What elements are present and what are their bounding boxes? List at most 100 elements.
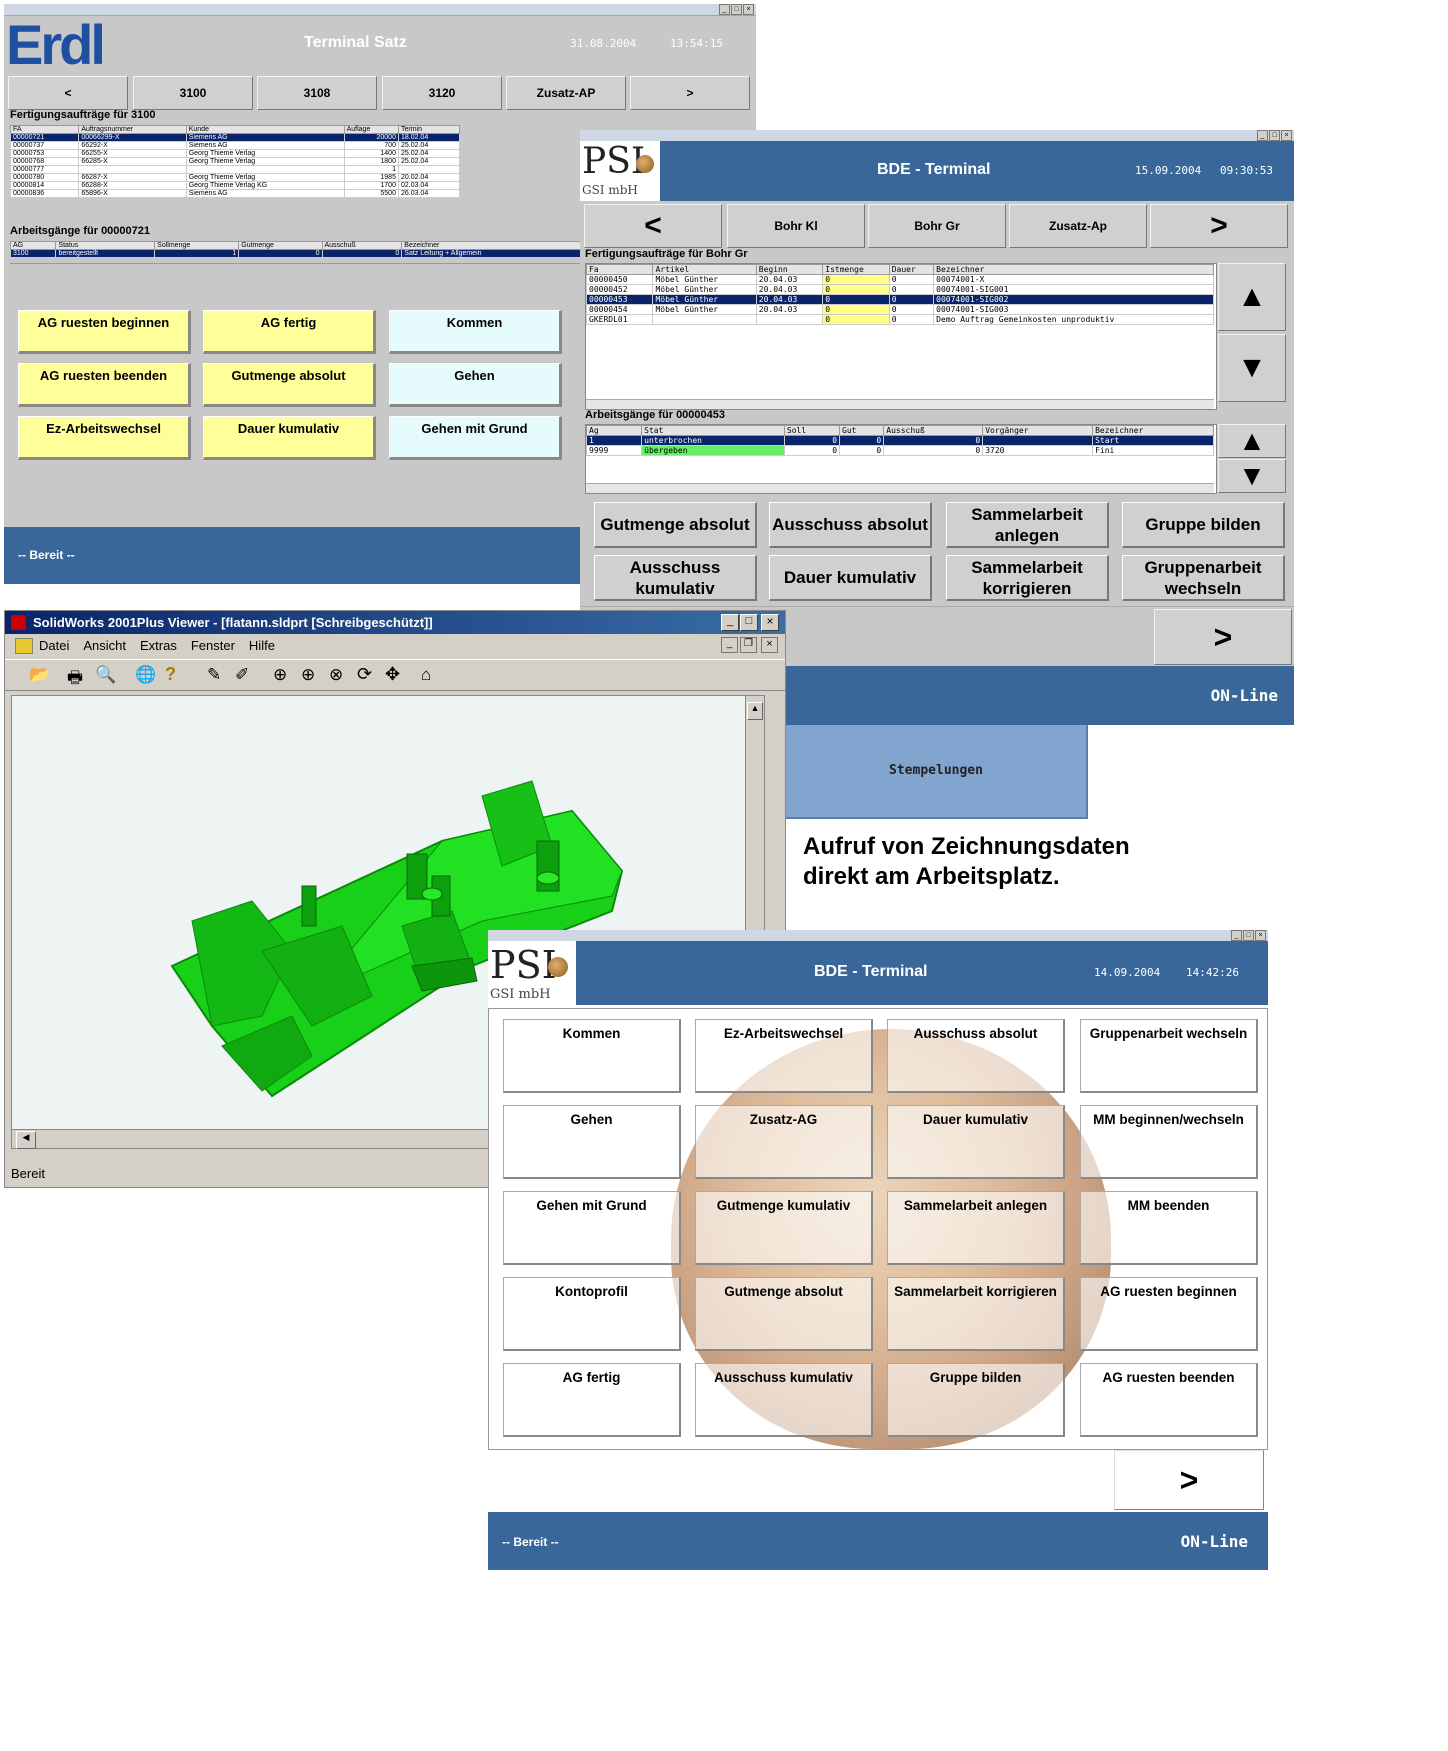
scroll-up-arrow-icon[interactable]: ▲	[747, 702, 763, 720]
measure-icon[interactable]: ✐	[235, 665, 249, 685]
menu-item[interactable]: Hilfe	[249, 638, 275, 653]
column-header[interactable]: Ausschuß	[321, 241, 403, 250]
psi-terminal-button[interactable]: Ausschuss kumulativ	[695, 1363, 873, 1437]
psi-action-button[interactable]: Ausschuss kumulativ	[594, 555, 757, 601]
column-header[interactable]: Stat	[641, 425, 785, 436]
view-icon[interactable]: ⌂	[421, 665, 431, 685]
menu-item[interactable]: Extras	[140, 638, 177, 653]
erdl-action-button[interactable]: Gutmenge absolut	[203, 363, 376, 407]
print-preview-icon[interactable]: 🔍	[95, 665, 116, 685]
next-button[interactable]: >	[1150, 204, 1288, 248]
column-header[interactable]: Kunde	[185, 125, 345, 134]
table-row[interactable]: 00000721 00066299-X Siemens AG 20000 18.02.0…	[9, 133, 461, 142]
maximize-icon[interactable]: □	[1269, 130, 1280, 141]
open-file-icon[interactable]: 📂	[29, 665, 50, 685]
maximize-icon[interactable]: □	[731, 4, 742, 15]
erdl-action-button[interactable]: Ez-Arbeitswechsel	[18, 416, 191, 460]
psi-action-button[interactable]: Dauer kumulativ	[769, 555, 932, 601]
psi-terminal-button[interactable]: Gutmenge kumulativ	[695, 1191, 873, 1265]
column-header[interactable]: Sollmenge	[154, 241, 240, 250]
ops-scroll-down-button[interactable]: ▼	[1218, 459, 1286, 493]
select-icon[interactable]: ✎	[207, 665, 221, 685]
scroll-left-arrow-icon[interactable]: ◀	[16, 1131, 36, 1149]
column-header[interactable]: Bezeichner	[933, 264, 1214, 275]
psi-terminal-button[interactable]: AG ruesten beginnen	[1080, 1277, 1258, 1351]
column-header[interactable]: Ausschuß	[883, 425, 984, 436]
psi-action-button[interactable]: Gutmenge absolut	[594, 502, 757, 548]
minimize-icon[interactable]: _	[721, 614, 739, 631]
table-row[interactable]: 00000737 66292-X Siemens AG 700 25.02.04	[9, 141, 461, 150]
erdl-action-button[interactable]: Gehen mit Grund	[389, 416, 562, 460]
rotate-icon[interactable]: ⟳	[357, 664, 372, 685]
psi-terminal-button[interactable]: Kommen	[503, 1019, 681, 1093]
psi-terminal-button[interactable]: Gruppenarbeit wechseln	[1080, 1019, 1258, 1093]
table-row[interactable]: 00000836 65896-X Siemens AG 5500 26.03.04	[9, 189, 461, 198]
column-header[interactable]: Vorgänger	[982, 425, 1094, 436]
zoom-area-icon[interactable]: ⊗	[329, 665, 343, 685]
next-page-button[interactable]: >	[1154, 609, 1292, 665]
column-header[interactable]: Beginn	[755, 264, 824, 275]
horizontal-scrollbar[interactable]	[586, 483, 1214, 493]
table-row[interactable]: 9999 übergeben 0 0 0 3720 Fini	[585, 445, 1214, 456]
psi-nav-button[interactable]: Bohr Kl	[727, 204, 865, 248]
print-icon[interactable]: 🖶	[67, 665, 83, 694]
column-header[interactable]: Fa	[585, 264, 654, 275]
erdl-action-button[interactable]: AG ruesten beginnen	[18, 310, 191, 354]
ops-scroll-up-button[interactable]: ▲	[1218, 424, 1286, 458]
horizontal-scrollbar[interactable]	[586, 399, 1214, 409]
table-row[interactable]: GKERDL01 0 0 Demo Auftrag Gemeinkosten unpr…	[585, 314, 1214, 325]
table-row[interactable]: 00000454 Möbel Günther 20.04.03 0 0 00074001-…	[585, 304, 1214, 315]
erdl-action-button[interactable]: Dauer kumulativ	[203, 416, 376, 460]
close-icon[interactable]: ×	[1281, 130, 1292, 141]
psi-terminal-button[interactable]: Sammelarbeit anlegen	[887, 1191, 1065, 1265]
erdl-action-button[interactable]: Kommen	[389, 310, 562, 354]
column-header[interactable]: Gut	[839, 425, 885, 436]
erdl-nav-button[interactable]: <	[8, 76, 128, 110]
close-icon[interactable]: ×	[761, 614, 779, 631]
table-row[interactable]: 00000777 1	[9, 165, 461, 174]
psi-action-button[interactable]: Sammelarbeit korrigieren	[946, 555, 1109, 601]
psi-terminal-button[interactable]: AG ruesten beenden	[1080, 1363, 1258, 1437]
stempelungen-tab[interactable]: Stempelungen	[786, 725, 1088, 819]
zoom-fit-icon[interactable]: ⊕	[273, 665, 287, 685]
column-header[interactable]: Gutmenge	[238, 241, 323, 250]
erdl-action-button[interactable]: Gehen	[389, 363, 562, 407]
table-row[interactable]: 00000780 66287-X Georg Thieme Verlag 1985 20…	[9, 173, 461, 182]
table-row[interactable]: 1 unterbrochen 0 0 0 Start	[585, 435, 1214, 446]
erdl-nav-button[interactable]: 3100	[133, 76, 253, 110]
column-header[interactable]: Status	[55, 241, 156, 250]
column-header[interactable]: Bezeichner	[1092, 425, 1214, 436]
table-row[interactable]: 00000768 66285-X Georg Thieme Verlag 1800 25…	[9, 157, 461, 166]
erdl-nav-button[interactable]: Zusatz-AP	[506, 76, 626, 110]
psi-terminal-button[interactable]: Zusatz-AG	[695, 1105, 873, 1179]
column-header[interactable]: Artikel	[652, 264, 757, 275]
psi-action-button[interactable]: Gruppe bilden	[1122, 502, 1285, 548]
minimize-icon[interactable]: _	[1257, 130, 1268, 141]
web-icon[interactable]: 🌐	[135, 665, 156, 685]
psi-nav-button[interactable]: Bohr Gr	[868, 204, 1006, 248]
column-header[interactable]: Bezeichner	[401, 241, 584, 250]
zoom-in-icon[interactable]: ⊕	[301, 665, 315, 685]
table-row[interactable]: 00000450 Möbel Günther 20.04.03 0 0 00074001-…	[585, 274, 1214, 285]
psi-terminal-button[interactable]: Gehen mit Grund	[503, 1191, 681, 1265]
psi-terminal-button[interactable]: Dauer kumulativ	[887, 1105, 1065, 1179]
column-header[interactable]: Dauer	[888, 264, 935, 275]
maximize-icon[interactable]: □	[740, 614, 758, 631]
psi-terminal-button[interactable]: Gehen	[503, 1105, 681, 1179]
psi-terminal-button[interactable]: MM beenden	[1080, 1191, 1258, 1265]
psi-terminal-button[interactable]: Sammelarbeit korrigieren	[887, 1277, 1065, 1351]
column-header[interactable]: Soll	[783, 425, 841, 436]
psi-action-button[interactable]: Gruppenarbeit wechseln	[1122, 555, 1285, 601]
column-header[interactable]: Termin	[397, 125, 461, 134]
table-row[interactable]: 00000452 Möbel Günther 20.04.03 0 0 00074001-…	[585, 284, 1214, 295]
column-header[interactable]: FA	[9, 125, 80, 134]
psi-terminal-button[interactable]: Gutmenge absolut	[695, 1277, 873, 1351]
table-row[interactable]: 00000753 66255-X Georg Thieme Verlag 1400 25…	[9, 149, 461, 158]
prev-button[interactable]: <	[584, 204, 722, 248]
erdl-nav-button[interactable]: 3108	[257, 76, 377, 110]
erdl-nav-button[interactable]: >	[630, 76, 750, 110]
menu-item[interactable]: Datei	[39, 638, 69, 653]
column-header[interactable]: Auflage	[343, 125, 399, 134]
scroll-up-button[interactable]: ▲	[1218, 263, 1286, 331]
doc-restore-icon[interactable]: ❐	[740, 637, 757, 653]
